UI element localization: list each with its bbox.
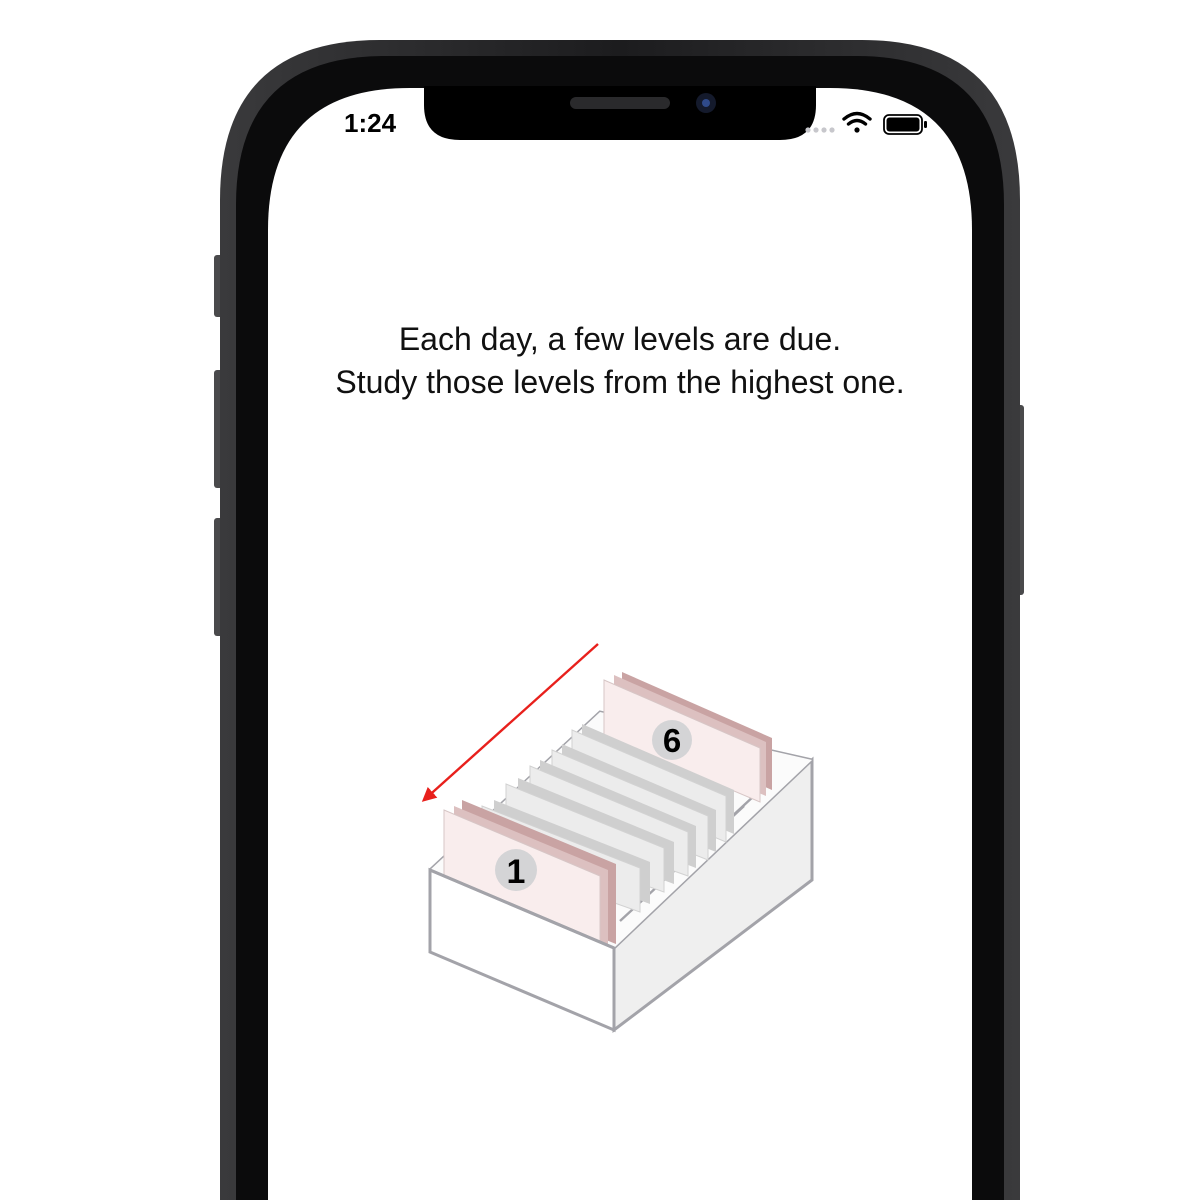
- instruction-text: Each day, a few levels are due. Study th…: [270, 318, 970, 404]
- speaker-grille: [570, 97, 670, 109]
- screen: [268, 88, 972, 1200]
- instruction-line-2: Study those levels from the highest one.: [335, 364, 905, 400]
- level-6-badge: 6: [652, 720, 692, 760]
- level-6-label: 6: [663, 722, 681, 759]
- instruction-line-1: Each day, a few levels are due.: [398, 321, 842, 357]
- level-1-label: 1: [507, 853, 526, 891]
- status-time: 1:24: [344, 108, 397, 138]
- notch: [424, 86, 816, 140]
- level-1-badge: 1: [495, 849, 537, 891]
- device-frame: 6 1: [214, 40, 1024, 1200]
